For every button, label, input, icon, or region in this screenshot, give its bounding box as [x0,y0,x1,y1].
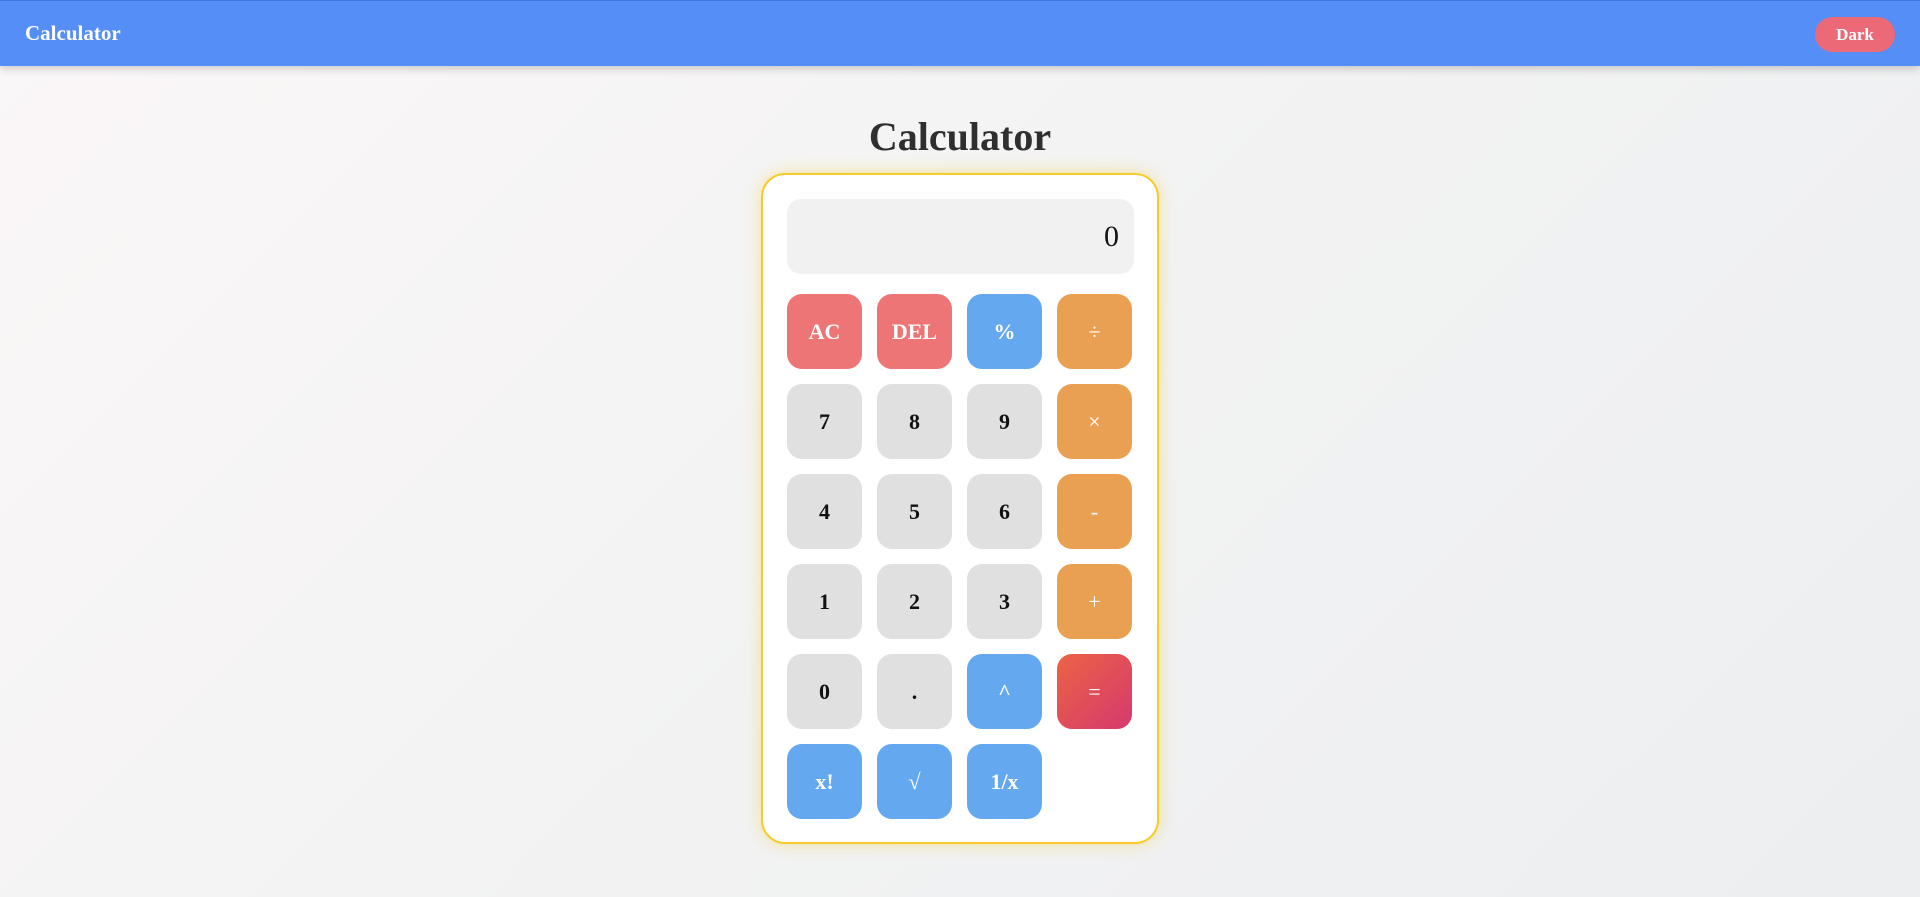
reciprocal-button[interactable]: 1/x [967,744,1042,819]
digit-6-button[interactable]: 6 [967,474,1042,549]
square-root-button[interactable]: √ [877,744,952,819]
digit-9-button[interactable]: 9 [967,384,1042,459]
calculator-panel: 0 AC DEL% ÷ 7 8 9 × 4 5 6- 1 2 3 +0. ^ = x! √ 1/x [761,173,1159,844]
percent-button[interactable]: % [967,294,1042,369]
digit-4-button[interactable]: 4 [787,474,862,549]
page-title: Calculator [868,114,1052,159]
clear-all-button[interactable]: AC [787,294,862,369]
keypad: AC DEL% ÷ 7 8 9 × 4 5 6- 1 2 3 +0. ^ = x! √ 1/x [787,294,1134,819]
power-button[interactable]: ^ [967,654,1042,729]
multiply-button[interactable]: × [1057,384,1132,459]
digit-3-button[interactable]: 3 [967,564,1042,639]
digit-0-button[interactable]: 0 [787,654,862,729]
theme-toggle-button[interactable]: Dark [1815,17,1895,52]
digit-7-button[interactable]: 7 [787,384,862,459]
top-navbar: Calculator Dark [0,0,1920,66]
delete-button[interactable]: DEL [877,294,952,369]
add-button[interactable]: + [1057,564,1132,639]
decimal-point-button[interactable]: . [877,654,952,729]
subtract-button[interactable]: - [1057,474,1132,549]
calculator-display: 0 [787,199,1134,274]
digit-1-button[interactable]: 1 [787,564,862,639]
brand-title: Calculator [25,21,121,45]
digit-8-button[interactable]: 8 [877,384,952,459]
divide-button[interactable]: ÷ [1057,294,1132,369]
equals-button[interactable]: = [1057,654,1132,729]
factorial-button[interactable]: x! [787,744,862,819]
digit-2-button[interactable]: 2 [877,564,952,639]
digit-5-button[interactable]: 5 [877,474,952,549]
